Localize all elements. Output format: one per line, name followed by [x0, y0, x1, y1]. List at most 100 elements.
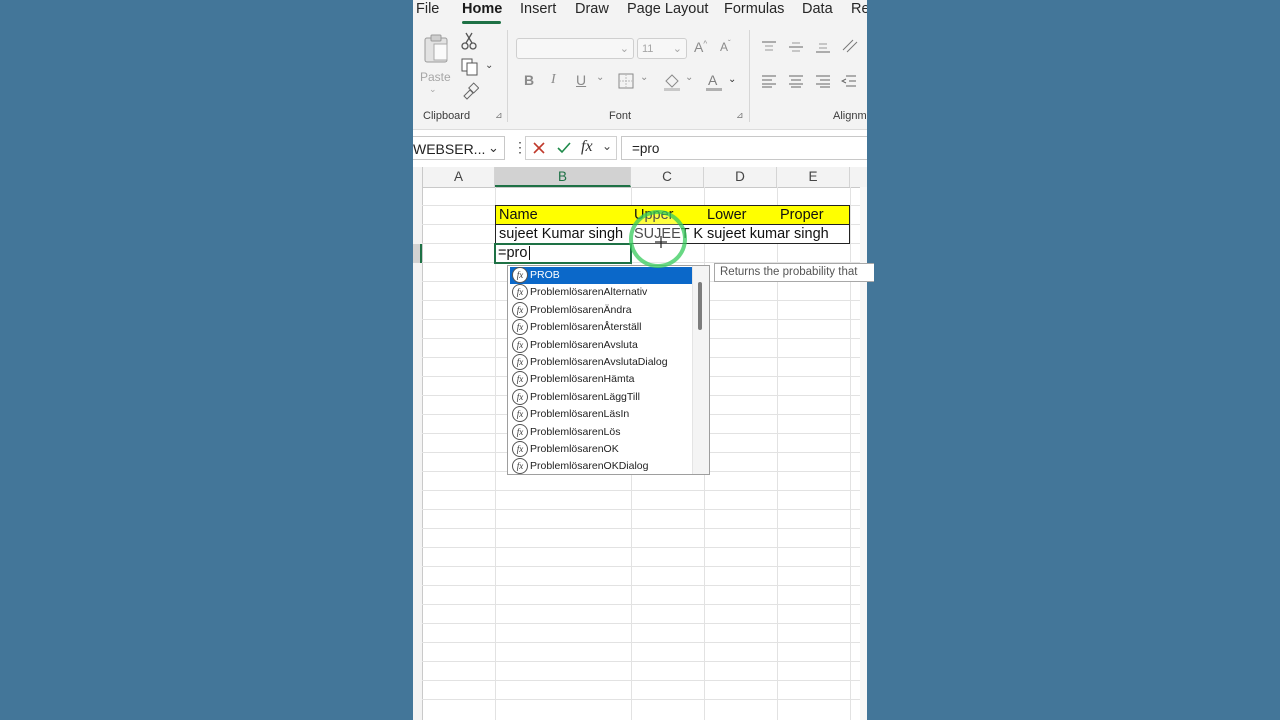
- tab-draw[interactable]: Draw: [575, 1, 609, 17]
- grid-line: [422, 661, 867, 662]
- function-icon: fx: [512, 354, 528, 370]
- tab-file[interactable]: File: [416, 1, 439, 17]
- bold-button[interactable]: B: [524, 72, 534, 88]
- underline-chevron-icon[interactable]: ⌄: [596, 72, 604, 83]
- fill-color-icon[interactable]: [663, 72, 681, 92]
- autocomplete-item[interactable]: fx ProblemlösarenAlternativ: [510, 284, 692, 301]
- cell-e-proper[interactable]: [777, 225, 849, 243]
- font-color-chevron-icon[interactable]: ⌄: [728, 74, 736, 85]
- borders-chevron-icon[interactable]: ⌄: [640, 72, 648, 83]
- tab-data[interactable]: Data: [802, 1, 833, 17]
- column-header-e[interactable]: E: [777, 167, 850, 187]
- autocomplete-item[interactable]: fx ProblemlösarenLös: [510, 423, 692, 441]
- align-center-icon[interactable]: [788, 74, 804, 88]
- row-headers[interactable]: [413, 187, 423, 720]
- tab-home[interactable]: Home: [462, 1, 502, 17]
- decrease-indent-icon[interactable]: [841, 74, 857, 88]
- decrease-font-icon[interactable]: Aˇ: [720, 39, 731, 54]
- cell-d-header[interactable]: Lower: [704, 205, 778, 225]
- function-autocomplete-list[interactable]: fx PROB fx ProblemlösarenAlternativ fx Proble…: [507, 265, 710, 475]
- autocomplete-item[interactable]: fx ProblemlösarenLäsIn: [510, 406, 692, 423]
- autocomplete-item[interactable]: fx ProblemlösarenHämta: [510, 371, 692, 388]
- active-cell-editor[interactable]: =pro: [494, 243, 632, 264]
- font-name-combo[interactable]: ⌄: [516, 38, 634, 59]
- column-header-b[interactable]: B: [495, 167, 631, 187]
- borders-icon[interactable]: [618, 73, 634, 89]
- grid-line: [422, 604, 867, 605]
- move-cursor-icon: [655, 236, 667, 248]
- copy-icon[interactable]: [461, 58, 479, 76]
- tab-review[interactable]: Re: [851, 1, 867, 17]
- format-painter-icon[interactable]: [461, 82, 479, 100]
- cut-icon[interactable]: [461, 32, 477, 50]
- row-header-selected[interactable]: [413, 244, 422, 263]
- copy-chevron-icon[interactable]: ⌄: [485, 60, 493, 71]
- chevron-down-icon: ⌄: [488, 140, 499, 155]
- align-left-icon[interactable]: [761, 74, 777, 88]
- text-caret: [529, 246, 530, 260]
- italic-button[interactable]: I: [551, 72, 556, 88]
- fill-color-chevron-icon[interactable]: ⌄: [685, 72, 693, 83]
- tab-formulas[interactable]: Formulas: [724, 1, 784, 17]
- autocomplete-item[interactable]: fx PROB: [510, 267, 692, 284]
- paste-chevron-icon[interactable]: ⌄: [429, 84, 437, 95]
- grid-line: [422, 680, 867, 681]
- function-tooltip: Returns the probability that: [714, 263, 874, 282]
- formula-bar: WEBSER... ⌄ ⋮ fx ⌄ =pro: [413, 130, 867, 168]
- underline-button[interactable]: U: [576, 72, 586, 88]
- font-color-icon[interactable]: A: [705, 72, 723, 92]
- orientation-icon[interactable]: [841, 38, 859, 54]
- insert-function-button[interactable]: fx: [581, 138, 593, 156]
- autocomplete-item[interactable]: fx ProblemlösarenAvsluta: [510, 336, 692, 354]
- grid-line: [495, 187, 496, 720]
- grid-line: [422, 566, 867, 567]
- active-tab-indicator: [462, 21, 501, 24]
- cell-b-name[interactable]: sujeet Kumar singh: [495, 224, 632, 244]
- autocomplete-item[interactable]: fx ProblemlösarenÄndra: [510, 301, 692, 319]
- font-size-value: 11: [642, 43, 654, 55]
- chevron-down-icon[interactable]: ⌄: [602, 139, 612, 153]
- cell-e-header[interactable]: Proper: [777, 205, 850, 225]
- align-right-icon[interactable]: [815, 74, 831, 88]
- function-icon: fx: [512, 458, 528, 474]
- align-middle-icon[interactable]: [788, 40, 804, 54]
- autocomplete-item[interactable]: fx ProblemlösarenOKDialog: [510, 458, 692, 474]
- column-headers: A B C D E: [413, 167, 867, 188]
- cell-b-header[interactable]: Name: [495, 205, 632, 225]
- autocomplete-item[interactable]: fx ProblemlösarenÅterställ: [510, 319, 692, 336]
- autocomplete-item[interactable]: fx ProblemlösarenAvslutaDialog: [510, 354, 692, 371]
- grid-line: [422, 699, 867, 700]
- svg-text:A: A: [708, 72, 718, 88]
- autocomplete-item-label: ProblemlösarenAvslutaDialog: [530, 356, 668, 368]
- autocomplete-item-label: ProblemlösarenHämta: [530, 373, 635, 386]
- autocomplete-item[interactable]: fx ProblemlösarenOK: [510, 441, 692, 458]
- autocomplete-item-label: ProblemlösarenOK: [530, 443, 619, 455]
- font-size-combo[interactable]: 11 ⌄: [637, 38, 687, 59]
- function-icon: fx: [512, 267, 528, 283]
- function-icon: fx: [512, 406, 528, 423]
- column-header-d[interactable]: D: [704, 167, 777, 187]
- tab-insert[interactable]: Insert: [520, 1, 556, 17]
- function-icon: fx: [512, 336, 528, 353]
- font-launcher-icon[interactable]: ⊿: [736, 110, 744, 121]
- ribbon-home: Paste ⌄ ⌄ Clipboard ⊿ ⌄ 11 ⌄ A^ Aˇ B I U…: [413, 26, 867, 130]
- column-header-c[interactable]: C: [631, 167, 704, 187]
- cancel-icon[interactable]: [532, 141, 546, 155]
- formula-input[interactable]: =pro: [621, 136, 867, 160]
- font-group-label: Font: [609, 110, 632, 122]
- enter-check-icon[interactable]: [556, 141, 572, 155]
- scrollbar-thumb[interactable]: [698, 282, 702, 330]
- paste-button[interactable]: [421, 34, 451, 64]
- align-bottom-icon[interactable]: [815, 40, 831, 54]
- increase-font-icon[interactable]: A^: [694, 39, 707, 55]
- autocomplete-item-label: ProblemlösarenLös: [530, 425, 621, 438]
- name-box[interactable]: WEBSER... ⌄: [413, 136, 505, 160]
- align-top-icon[interactable]: [761, 40, 777, 54]
- autocomplete-scrollbar[interactable]: [692, 266, 709, 474]
- column-header-a[interactable]: A: [422, 167, 495, 187]
- clipboard-launcher-icon[interactable]: ⊿: [495, 110, 503, 121]
- tab-page-layout[interactable]: Page Layout: [627, 1, 708, 17]
- autocomplete-item-label: ProblemlösarenLäsIn: [530, 408, 630, 421]
- autocomplete-item-label: ProblemlösarenLäggTill: [530, 390, 640, 403]
- autocomplete-item[interactable]: fx ProblemlösarenLäggTill: [510, 388, 692, 406]
